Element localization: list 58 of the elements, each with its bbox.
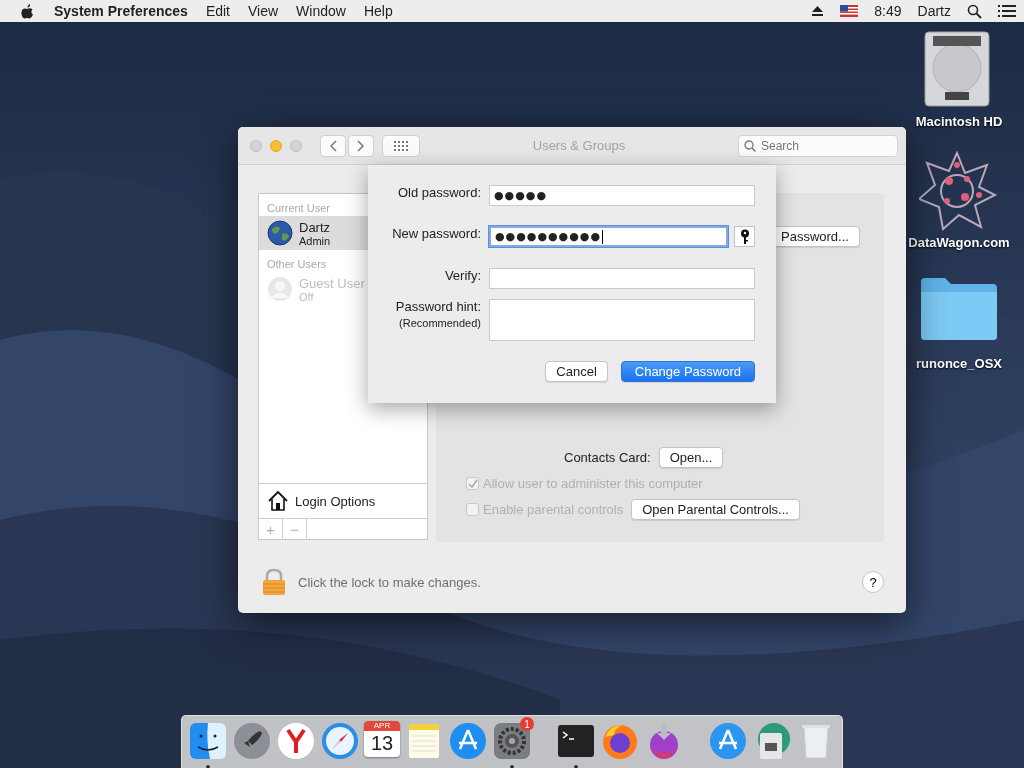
user-name: Guest User [299, 275, 365, 291]
chevron-left-icon [329, 139, 337, 152]
field-label: Old password: [397, 185, 481, 200]
section-heading: Other Users [266, 257, 328, 272]
globe-icon [267, 220, 293, 246]
list-icon[interactable] [998, 4, 1016, 18]
icon-label[interactable]: DataWagon.com [908, 235, 1010, 250]
field-label: Verify: [444, 268, 481, 283]
finder-icon[interactable] [188, 721, 228, 761]
app-store-icon[interactable] [448, 721, 488, 761]
field-label: Password hint: [395, 299, 481, 314]
flag-icon[interactable] [840, 5, 859, 17]
house-icon [267, 490, 289, 512]
change-password-button[interactable]: Change Password [620, 361, 755, 382]
letter-y-icon[interactable] [276, 721, 316, 761]
search-icon[interactable] [967, 3, 982, 19]
password-field[interactable]: ●●●●● [489, 185, 755, 206]
eject-icon[interactable] [811, 5, 825, 17]
apple-icon[interactable] [20, 3, 34, 19]
user-role: Off [299, 290, 315, 303]
clock[interactable]: 8:49 [874, 3, 902, 19]
calendar-icon[interactable]: APR 13 [364, 721, 400, 757]
lock-message: Click the lock to make changes. [298, 574, 482, 590]
search-field[interactable]: Search [738, 134, 898, 157]
user-role: Admin [299, 234, 331, 247]
menu-item[interactable]: System Preferences [54, 3, 188, 19]
rocket-icon[interactable] [232, 721, 272, 761]
key-icon [739, 228, 750, 245]
menu-item[interactable]: Edit [205, 3, 230, 19]
cancel-button[interactable]: Cancel [545, 361, 608, 382]
password-field[interactable]: ●●●●●●●●●● [489, 226, 728, 247]
notification-badge: 1 [520, 717, 534, 731]
user-name[interactable]: Dartz [917, 3, 951, 19]
menu-item[interactable]: Help [363, 3, 393, 19]
user-name: Dartz [299, 219, 331, 235]
key-button[interactable] [734, 226, 755, 247]
show-all-button[interactable] [382, 134, 420, 157]
search-icon [744, 139, 756, 152]
app-store-icon[interactable] [708, 721, 748, 761]
parental-controls-button[interactable]: Open Parental Controls... [631, 499, 800, 520]
password-field[interactable] [489, 268, 755, 289]
field-hint-label: (Recommended) [399, 317, 481, 329]
section-heading: Current User [266, 201, 331, 216]
icon-label[interactable]: Macintosh HD [915, 114, 1003, 129]
grid-icon [394, 140, 408, 151]
menu-item[interactable]: View [248, 3, 279, 19]
login-options-item[interactable]: Login Options [259, 483, 427, 518]
star-icon[interactable] [919, 151, 999, 231]
compass-icon[interactable] [320, 721, 360, 761]
field-label: Contacts Card: [564, 450, 651, 465]
open-button[interactable]: Open... [658, 447, 724, 468]
gear-icon[interactable] [492, 721, 532, 761]
help-button[interactable]: ? [862, 571, 884, 593]
chevron-right-icon [357, 139, 365, 152]
window-title: Users & Groups [531, 138, 627, 153]
check-icon [467, 478, 478, 489]
menu-item[interactable]: Window [296, 3, 346, 19]
icon-label[interactable]: runonce_OSX [916, 356, 1002, 371]
